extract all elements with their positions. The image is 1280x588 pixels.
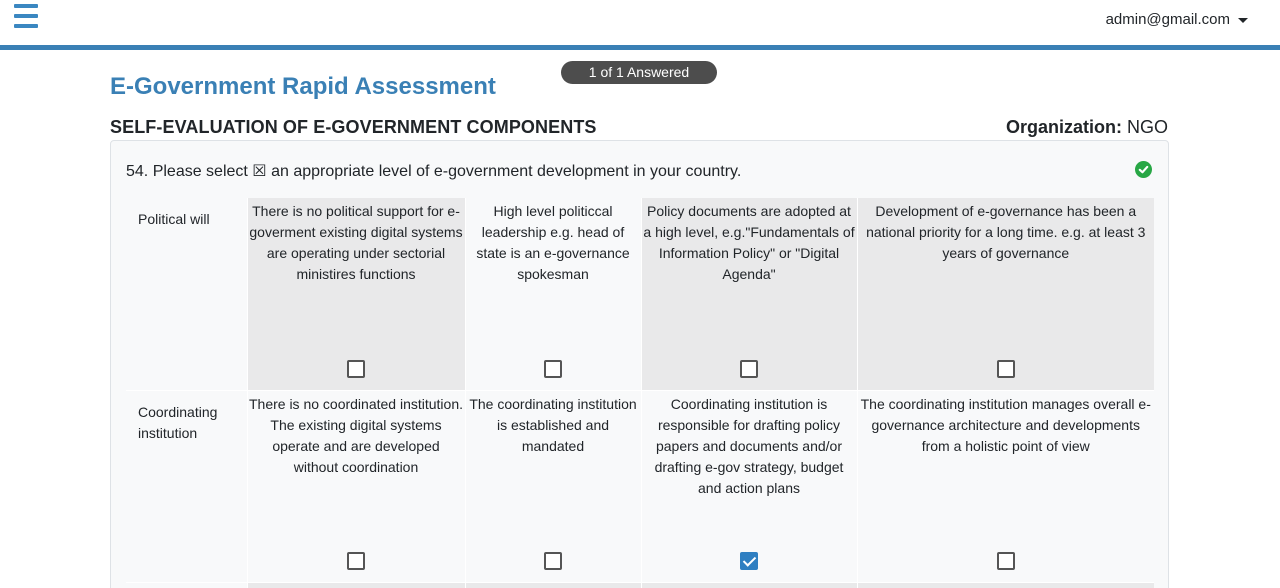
option-checkbox[interactable] [544, 551, 562, 570]
option-text: Coordinating institution is responsible … [654, 395, 844, 496]
option-cell: Coordinating institution is responsible … [640, 389, 857, 582]
option-cell: There is no coordinated institution. The… [246, 389, 465, 582]
navbar-divider [0, 45, 1280, 50]
row-label [126, 581, 247, 588]
option-cell: The coordinating institution manages ove… [856, 389, 1154, 582]
option-cell: High level politiccal leadership e.g. he… [464, 198, 641, 390]
section-title: SELF-EVALUATION OF E-GOVERNMENT COMPONEN… [110, 117, 597, 137]
page-title: E-Government Rapid Assessment [110, 73, 496, 100]
organization-value: NGO [1121, 117, 1168, 137]
matrix-row-coordinating-institution: Coordinating institution There is no coo… [126, 389, 1154, 582]
top-navbar: admin@gmail.com [0, 0, 1280, 45]
option-cell [464, 581, 641, 588]
option-cell: Policy documents are adopted at a high l… [640, 198, 857, 390]
option-text: High level politiccal leadership e.g. he… [476, 203, 630, 282]
option-text: Policy documents are adopted at a high l… [643, 203, 855, 282]
option-checkbox-checked[interactable] [740, 551, 758, 570]
option-text: The coordinating institution manages ove… [860, 395, 1151, 454]
organization-label: Organization: [1005, 117, 1122, 137]
caret-down-icon [1238, 17, 1248, 23]
option-text: Development of e-governance has been a n… [866, 203, 1146, 261]
matrix-row-political-will: Political will There is no political sup… [126, 198, 1154, 390]
check-circle-icon [1135, 161, 1152, 178]
option-cell [246, 581, 465, 588]
option-cell [640, 581, 857, 588]
hamburger-menu-icon[interactable] [14, 4, 38, 28]
option-checkbox[interactable] [996, 359, 1015, 378]
organization-info: Organization: NGO [1006, 117, 1168, 138]
question-text: 54. Please select ☒ an appropriate level… [126, 163, 742, 180]
user-menu-dropdown[interactable]: admin@gmail.com [1106, 11, 1248, 28]
option-checkbox[interactable] [544, 359, 562, 378]
question-card: 54. Please select ☒ an appropriate level… [110, 140, 1169, 588]
option-text: The coordinating institution is establis… [469, 395, 637, 454]
matrix-row-partial [126, 581, 1154, 588]
option-text: There is no political support for e-gove… [249, 203, 463, 282]
progress-badge: 1 of 1 Answered [561, 61, 717, 84]
option-cell: Development of e-governance has been a n… [856, 198, 1154, 390]
option-cell: The coordinating institution is establis… [464, 389, 641, 582]
option-cell [856, 581, 1154, 588]
row-label: Coordinating institution [126, 389, 247, 582]
row-label: Political will [126, 198, 247, 390]
user-email: admin@gmail.com [1105, 11, 1230, 28]
option-cell: There is no political support for e-gove… [246, 198, 465, 390]
assessment-matrix: Political will There is no political sup… [126, 198, 1154, 588]
option-checkbox[interactable] [740, 359, 758, 378]
option-checkbox[interactable] [347, 551, 365, 570]
option-checkbox[interactable] [347, 359, 365, 378]
option-checkbox[interactable] [996, 551, 1015, 570]
option-text: There is no coordinated institution. The… [248, 395, 463, 475]
